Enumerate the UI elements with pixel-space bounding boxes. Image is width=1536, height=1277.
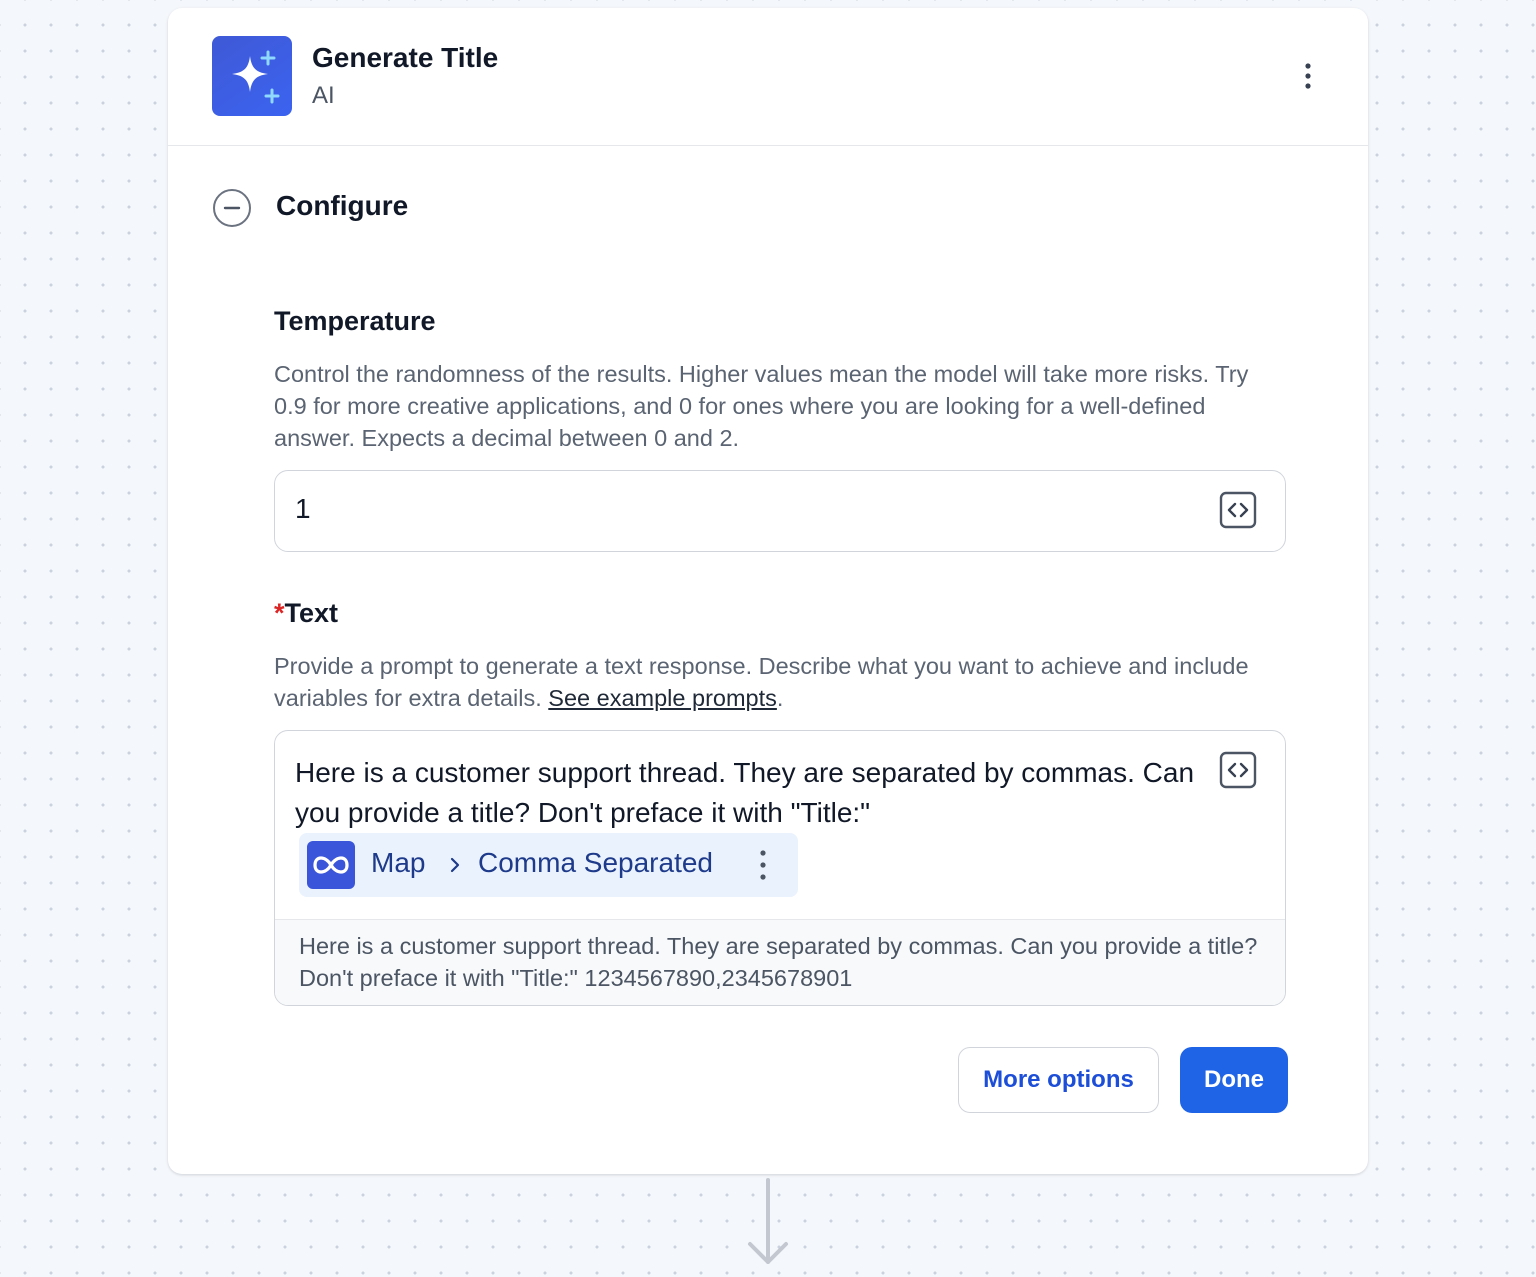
temperature-label: Temperature	[274, 306, 436, 336]
sparkles-icon	[212, 36, 292, 116]
variable-chip[interactable]: Map Comma Separated	[299, 833, 798, 897]
kebab-icon[interactable]	[751, 847, 775, 883]
loop-icon	[307, 841, 355, 889]
more-options-button[interactable]: More options	[958, 1047, 1159, 1113]
temperature-input[interactable]: 1	[274, 470, 1286, 552]
arrow-down-icon	[746, 1176, 790, 1272]
kebab-icon[interactable]	[1292, 60, 1324, 92]
variable-field: Comma Separated	[478, 847, 714, 878]
text-prompt-editor[interactable]: Here is a customer support thread. They …	[274, 730, 1286, 1006]
text-description-end: .	[776, 685, 784, 711]
text-label-text: Text	[284, 598, 339, 628]
prompt-text[interactable]: Here is a customer support thread. They …	[295, 753, 1215, 833]
step-header: Generate Title AI	[168, 8, 1368, 146]
step-title: Generate Title	[312, 42, 499, 73]
prompt-preview: Here is a customer support thread. They …	[275, 919, 1285, 1005]
code-icon[interactable]	[1219, 491, 1257, 529]
section-title-configure[interactable]: Configure	[276, 190, 408, 222]
step-subtitle: AI	[312, 82, 335, 109]
text-description: Provide a prompt to generate a text resp…	[274, 650, 1274, 714]
example-prompts-link[interactable]: See example prompts	[548, 685, 777, 711]
temperature-value[interactable]: 1	[295, 493, 311, 525]
required-marker: *	[274, 598, 285, 628]
prompt-preview-text: Here is a customer support thread. They …	[299, 933, 1258, 991]
chevron-right-icon	[445, 855, 465, 875]
done-button[interactable]: Done	[1180, 1047, 1288, 1113]
temperature-description: Control the randomness of the results. H…	[274, 361, 1249, 451]
code-icon[interactable]	[1219, 751, 1257, 789]
variable-source: Map	[371, 847, 426, 878]
minus-circle-icon[interactable]	[212, 188, 252, 228]
step-card: Generate Title AI Configure Temperature …	[168, 8, 1368, 1174]
text-label: *Text	[274, 598, 338, 629]
